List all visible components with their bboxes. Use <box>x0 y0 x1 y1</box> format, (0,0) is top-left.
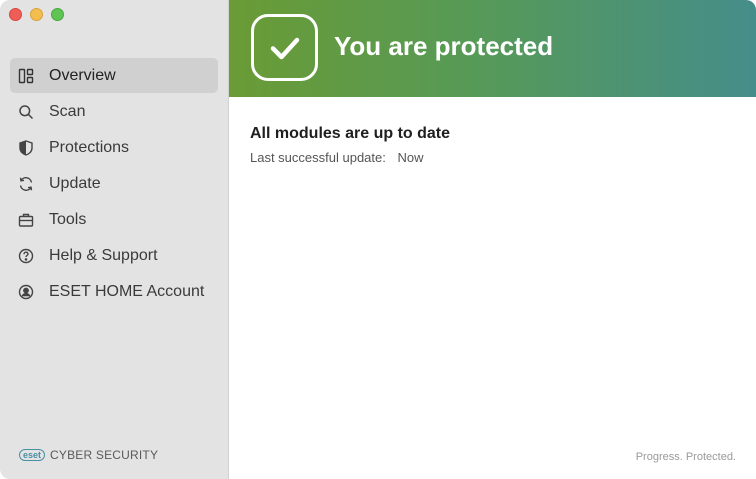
help-icon <box>18 248 34 264</box>
product-name: CYBER SECURITY <box>50 448 159 462</box>
sidebar: Overview Scan Protections Update Tools H… <box>0 0 229 479</box>
dashboard-icon <box>18 68 34 84</box>
sidebar-item-overview[interactable]: Overview <box>10 58 218 93</box>
checkmark-icon <box>251 14 318 81</box>
sidebar-item-label: Tools <box>49 210 87 228</box>
protection-status-title: You are protected <box>334 31 554 61</box>
sidebar-item-protections[interactable]: Protections <box>10 130 218 165</box>
window-controls <box>9 8 64 21</box>
app-window: Overview Scan Protections Update Tools H… <box>0 0 756 479</box>
sidebar-item-label: Overview <box>49 66 116 84</box>
modules-status-title: All modules are up to date <box>250 125 451 142</box>
sidebar-item-eset-home-account[interactable]: ESET HOME Account <box>10 274 218 309</box>
sidebar-item-label: Help & Support <box>49 246 158 264</box>
main-content: You are protected All modules are up to … <box>229 0 756 479</box>
sidebar-item-label: Scan <box>49 102 86 120</box>
product-brand: eset CYBER SECURITY <box>19 448 158 462</box>
close-window-button[interactable] <box>9 8 22 21</box>
refresh-icon <box>18 176 34 192</box>
sidebar-item-label: ESET HOME Account <box>49 282 205 300</box>
briefcase-icon <box>18 212 34 228</box>
last-update-value: Now <box>397 150 424 165</box>
footer-tagline: Progress. Protected. <box>635 451 736 463</box>
sidebar-item-scan[interactable]: Scan <box>10 94 218 129</box>
last-update-info: Last successful update: Now <box>250 150 424 165</box>
sidebar-item-label: Update <box>49 174 101 192</box>
minimize-window-button[interactable] <box>30 8 43 21</box>
sidebar-nav: Overview Scan Protections Update Tools H… <box>10 58 218 310</box>
eset-logo: eset <box>19 449 46 461</box>
account-icon <box>18 284 34 300</box>
sidebar-item-update[interactable]: Update <box>10 166 218 201</box>
last-update-label: Last successful update: <box>250 150 386 165</box>
maximize-window-button[interactable] <box>51 8 64 21</box>
search-icon <box>18 104 34 120</box>
sidebar-item-tools[interactable]: Tools <box>10 202 218 237</box>
sidebar-item-label: Protections <box>49 138 130 156</box>
sidebar-item-help-support[interactable]: Help & Support <box>10 238 218 273</box>
shield-icon <box>18 139 34 156</box>
protection-status-banner: You are protected <box>229 0 756 97</box>
